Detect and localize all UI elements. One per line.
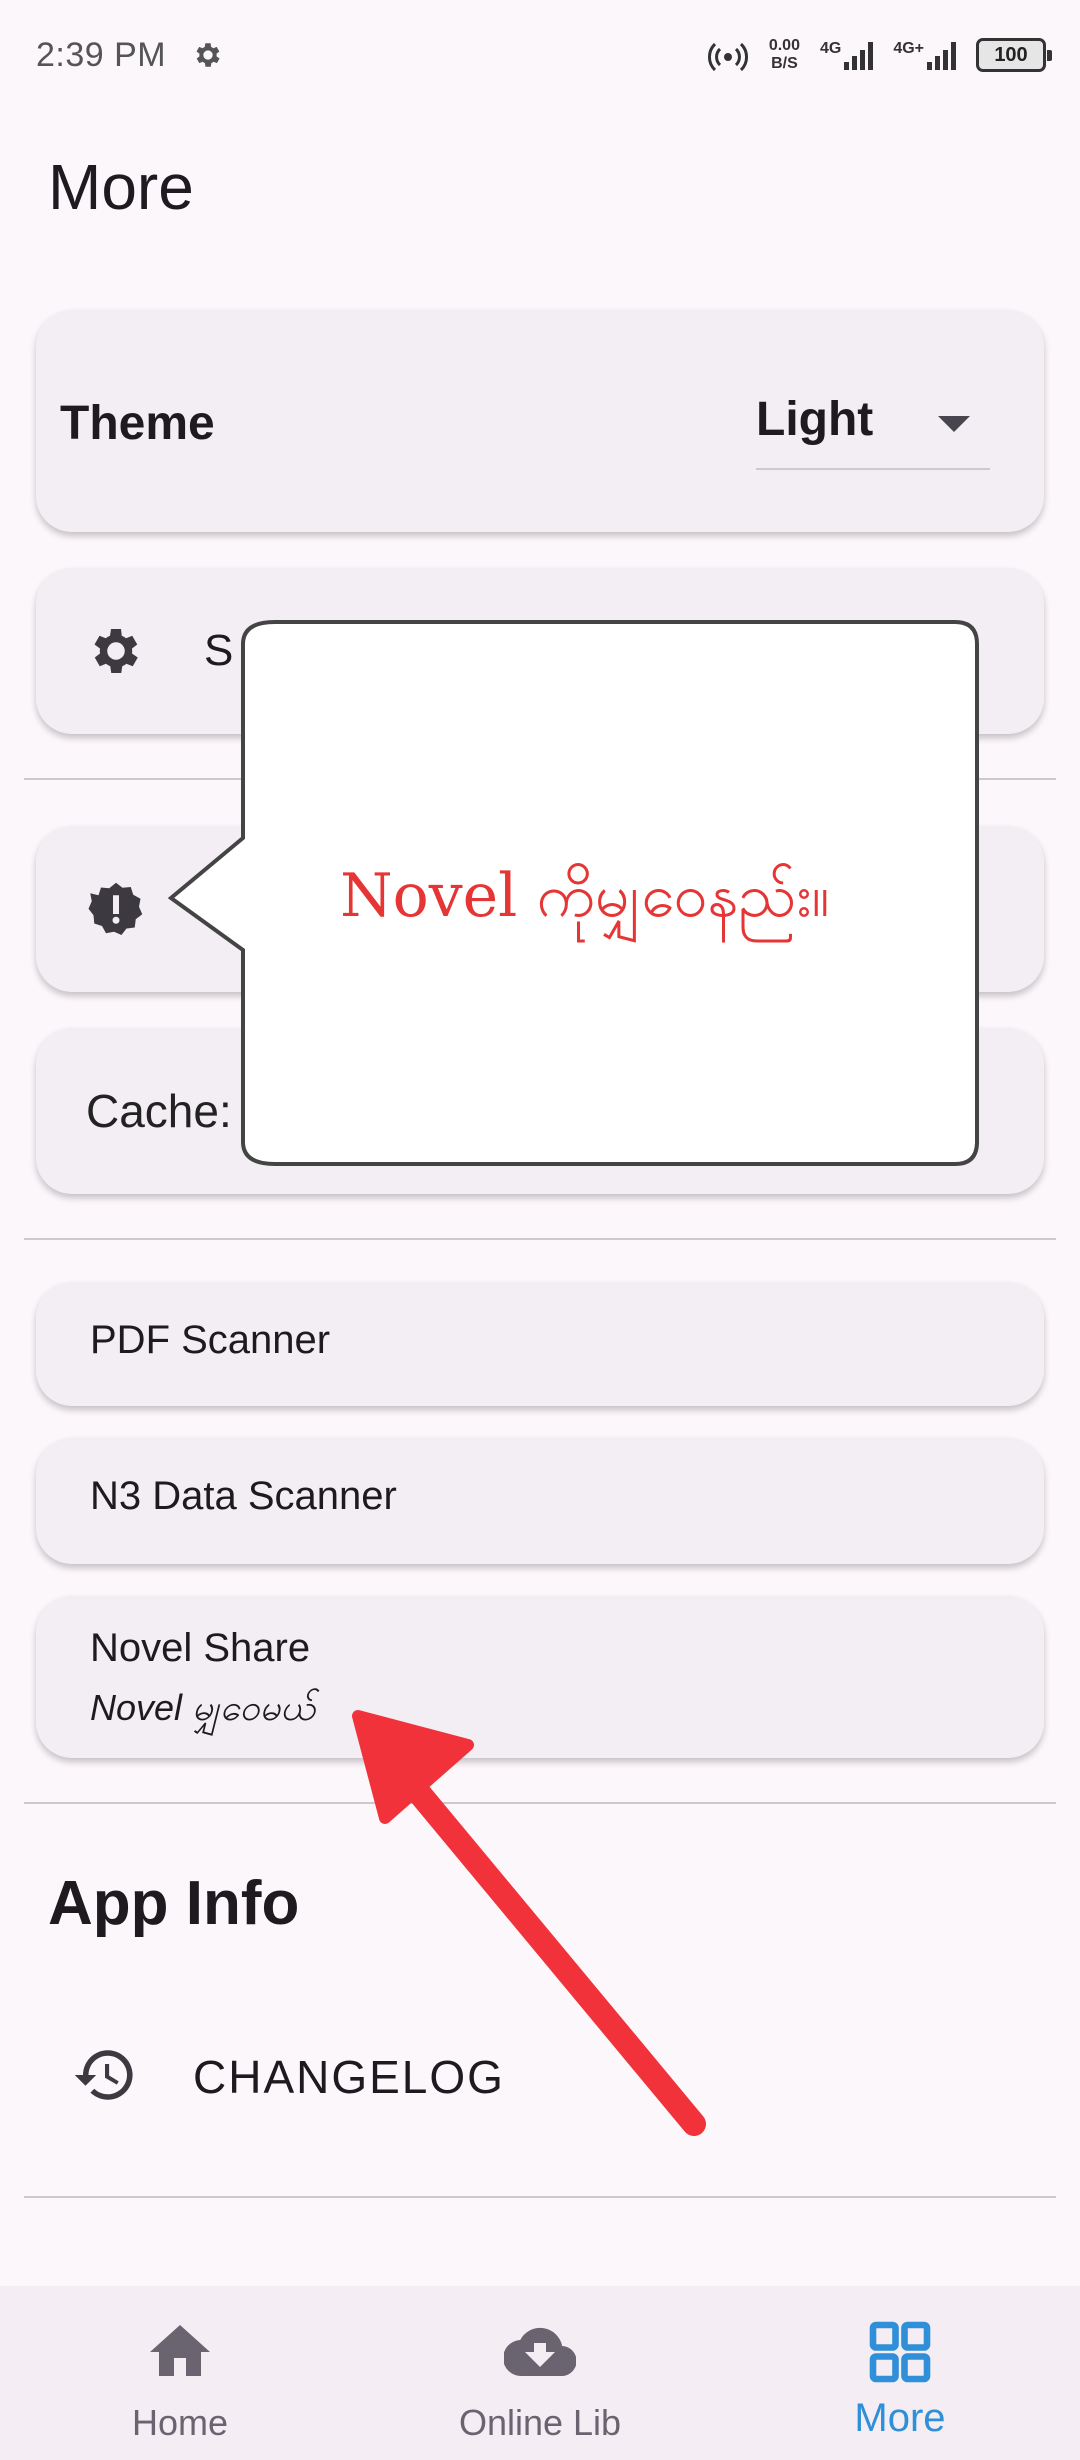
cloud-download-icon	[504, 2327, 576, 2377]
sim1-signal: 4G	[819, 40, 874, 70]
page-title: More	[48, 151, 194, 223]
theme-dropdown[interactable]: Light	[756, 382, 990, 470]
n3-data-scanner-button[interactable]: N3 Data Scanner	[36, 1438, 1044, 1564]
nav-more[interactable]: More	[720, 2286, 1080, 2460]
nav-online-lib[interactable]: Online Lib	[360, 2286, 720, 2460]
sim1-label: 4G	[819, 40, 842, 57]
nav-online-lib-label: Online Lib	[458, 2402, 622, 2443]
novel-share-subtitle: Novel မျှဝေမယ်	[90, 1687, 315, 1728]
grid-icon	[869, 2321, 931, 2383]
theme-label: Theme	[60, 397, 215, 450]
n3-data-scanner-label: N3 Data Scanner	[90, 1474, 397, 1518]
battery-level: 100	[994, 43, 1028, 66]
net-speed: 0.00 B/S	[769, 37, 800, 73]
status-bar: 2:39 PM 0.00 B/S 4G 4G+ 100	[0, 0, 1080, 110]
annotation-callout: Novel ကိုမျှဝေနည်း။	[165, 620, 980, 1168]
gear-icon	[94, 629, 138, 673]
signal-bars-icon	[927, 40, 956, 70]
theme-dropdown-value: Light	[756, 393, 874, 446]
nav-home-label: Home	[131, 2402, 229, 2443]
nav-home[interactable]: Home	[0, 2286, 360, 2460]
divider	[24, 1238, 1056, 1240]
sim2-signal: 4G+	[893, 40, 956, 70]
bottom-navigation: Home Online Lib More	[0, 2286, 1080, 2460]
app-info-heading: App Info	[48, 1869, 300, 1938]
pdf-scanner-button[interactable]: PDF Scanner	[36, 1282, 1044, 1406]
status-right: 0.00 B/S 4G 4G+ 100	[707, 37, 1052, 73]
nav-more-label: More	[854, 2396, 946, 2440]
net-speed-value: 0.00	[768, 37, 800, 54]
alert-badge-icon	[88, 882, 143, 935]
home-icon	[150, 2325, 210, 2376]
novel-share-button[interactable]: Novel Share Novel မျှဝေမယ်	[36, 1596, 1044, 1758]
novel-share-title: Novel Share	[90, 1626, 311, 1670]
signal-bars-icon	[844, 40, 874, 70]
status-left: 2:39 PM	[36, 36, 224, 75]
callout-text: Novel ကိုမျှဝေနည်း။	[340, 861, 830, 931]
battery-icon: 100	[976, 38, 1052, 72]
divider	[24, 1802, 1056, 1804]
settings-gear-status-icon	[196, 43, 220, 67]
sim2-label: 4G+	[893, 40, 924, 57]
divider	[24, 2196, 1056, 2198]
dropdown-arrow-icon	[938, 416, 970, 432]
status-time: 2:39 PM	[36, 35, 167, 74]
net-speed-unit: B/S	[771, 55, 798, 72]
history-icon	[74, 2050, 133, 2100]
changelog-label: CHANGELOG	[193, 2051, 505, 2103]
theme-card: Theme Light	[36, 310, 1044, 532]
changelog-button[interactable]: CHANGELOG	[36, 2006, 1044, 2146]
pdf-scanner-label: PDF Scanner	[90, 1318, 331, 1362]
hotspot-icon	[707, 42, 748, 72]
